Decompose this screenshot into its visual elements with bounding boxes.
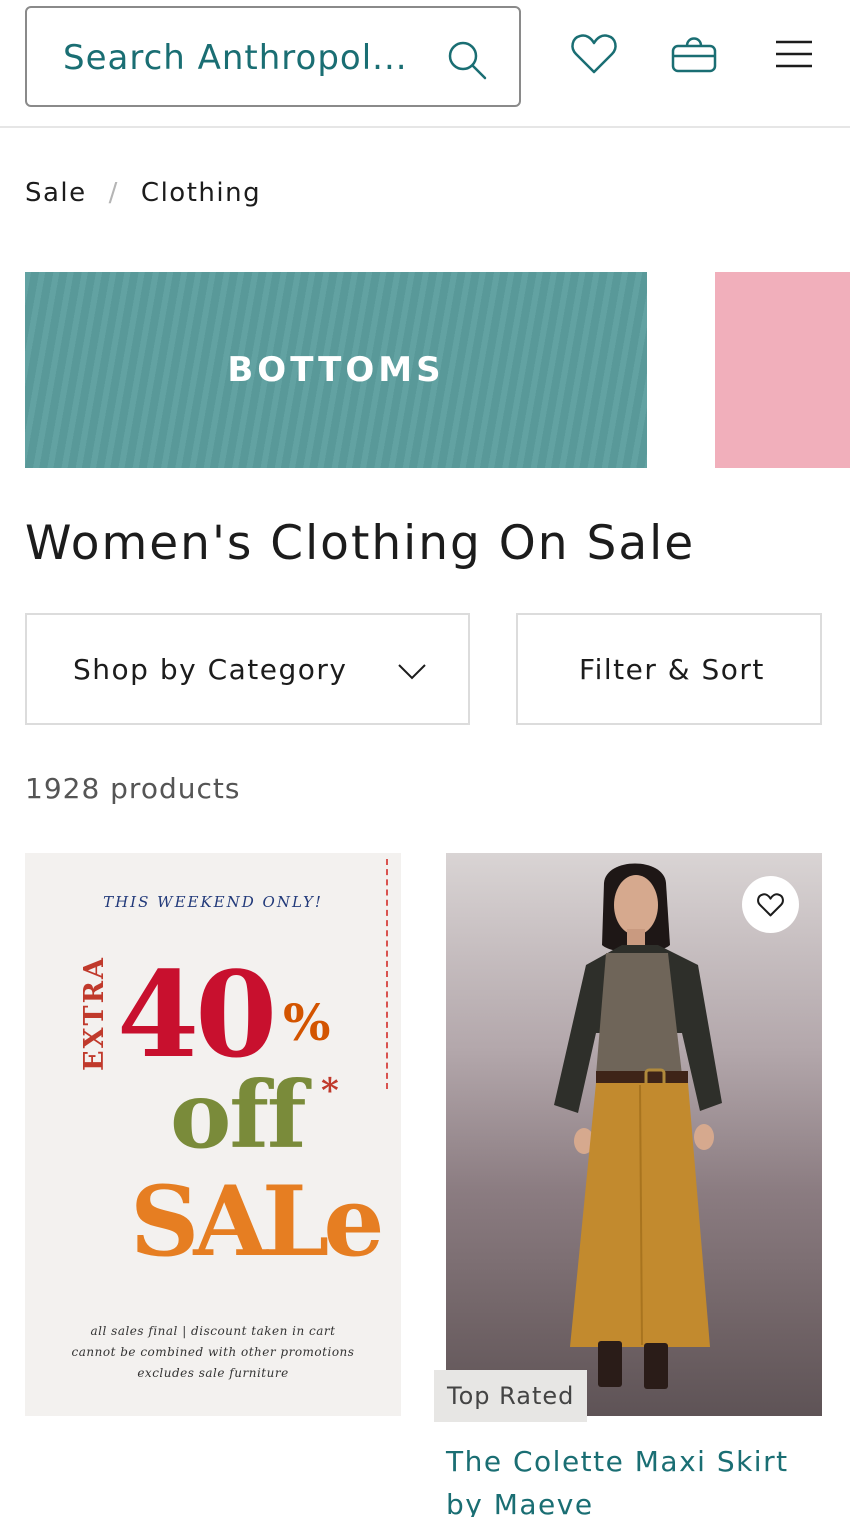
chevron-down-icon — [398, 664, 426, 680]
promo-percent-sign: % — [283, 993, 331, 1052]
bag-icon[interactable] — [668, 28, 720, 80]
promo-headline: THIS WEEKEND ONLY! — [103, 893, 323, 911]
menu-icon[interactable] — [768, 28, 820, 80]
category-banner-bottoms[interactable]: BOTTOMS — [25, 272, 647, 468]
model-photo — [554, 863, 722, 1389]
breadcrumb: Sale / Clothing — [25, 178, 261, 208]
product-image[interactable] — [446, 853, 822, 1416]
heart-icon — [757, 893, 784, 917]
top-rated-badge: Top Rated — [434, 1370, 588, 1422]
promo-fine-print: all sales final | discount taken in cart… — [25, 1321, 401, 1384]
filter-sort-button[interactable]: Filter & Sort — [516, 613, 822, 725]
filter-sort-label: Filter & Sort — [579, 653, 765, 686]
heart-icon[interactable] — [568, 28, 620, 80]
page-title: Women's Clothing On Sale — [25, 516, 696, 571]
site-header: Search Anthropol... — [0, 0, 850, 128]
search-icon[interactable] — [445, 38, 489, 82]
promo-sale: SALe — [130, 1165, 384, 1278]
promo-asterisk: * — [321, 1071, 339, 1111]
shop-by-category-label: Shop by Category — [73, 653, 348, 686]
banner-label: BOTTOMS — [227, 350, 445, 390]
add-to-wishlist-button[interactable] — [742, 876, 799, 933]
promo-fine-line: excludes sale furniture — [137, 1366, 289, 1380]
search-placeholder: Search Anthropol... — [63, 38, 408, 78]
promo-fine-line: cannot be combined with other promotions — [71, 1345, 355, 1359]
promo-fine-line: all sales final | discount taken in cart — [90, 1324, 336, 1338]
product-name-link[interactable]: The Colette Maxi Skirt by Maeve — [446, 1440, 836, 1517]
promo-extra: EXTRA — [79, 955, 110, 1071]
breadcrumb-clothing[interactable]: Clothing — [141, 178, 261, 208]
product-count: 1928 products — [25, 772, 241, 805]
sale-promo-tile[interactable]: THIS WEEKEND ONLY! EXTRA 40 % off * SALe… — [25, 853, 401, 1416]
category-banner-next[interactable] — [715, 272, 850, 468]
promo-dashed-line — [386, 859, 388, 1089]
shop-by-category-button[interactable]: Shop by Category — [25, 613, 470, 725]
breadcrumb-separator: / — [108, 178, 119, 208]
search-input[interactable]: Search Anthropol... — [25, 6, 521, 107]
promo-off: off — [170, 1061, 307, 1169]
breadcrumb-sale[interactable]: Sale — [25, 178, 87, 208]
